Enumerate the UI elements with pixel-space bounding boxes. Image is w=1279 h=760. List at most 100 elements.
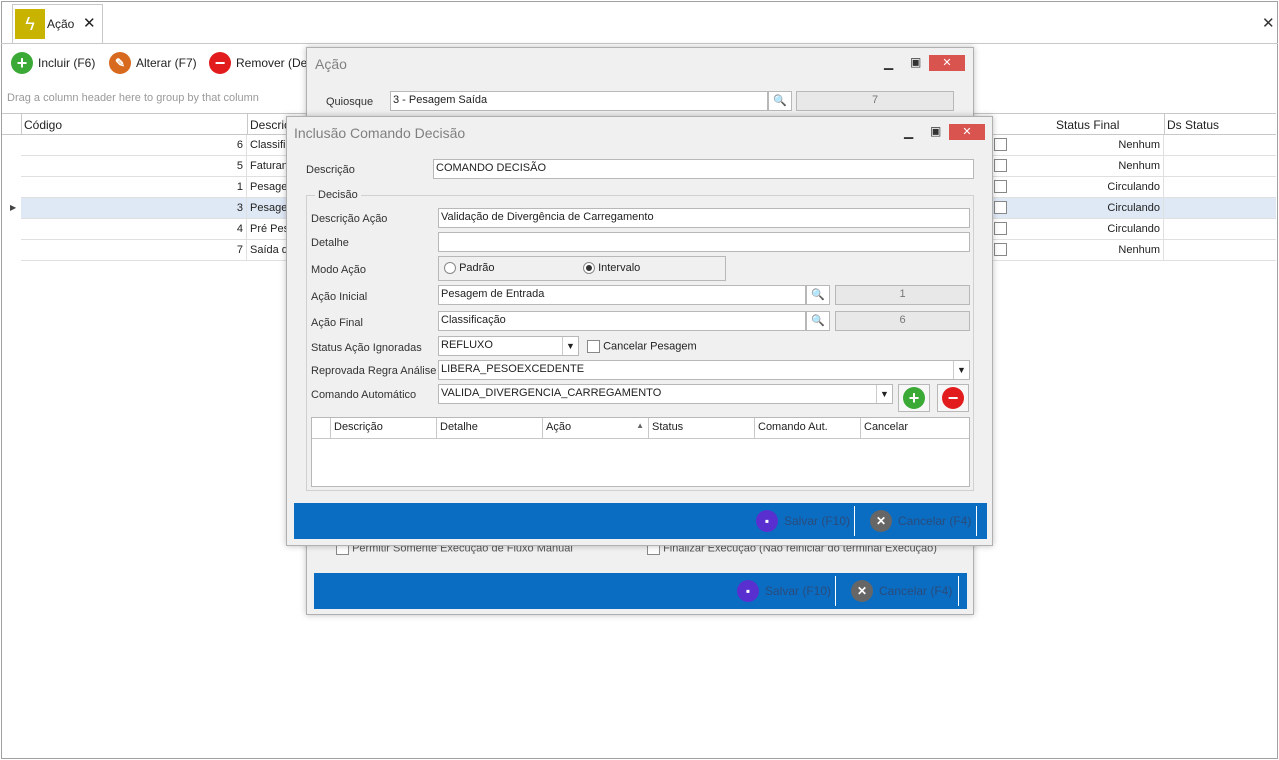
row-checkbox[interactable] — [994, 243, 1007, 256]
reprovada-value: LIBERA_PESOEXCEDENTE — [441, 363, 585, 375]
incluir-button[interactable]: + Incluir (F6) — [11, 52, 95, 74]
close-window-icon[interactable]: ✕ — [1262, 14, 1275, 32]
acao-inicial-input[interactable]: Pesagem de Entrada — [438, 285, 806, 305]
search-icon[interactable]: 🔍 — [806, 311, 830, 331]
col-cancelar[interactable]: Cancelar — [861, 418, 969, 438]
status-ignoradas-label: Status Ação Ignoradas — [311, 342, 422, 354]
save-icon: ▪ — [737, 580, 759, 602]
tab-acao[interactable]: ϟ Ação ✕ — [12, 4, 103, 43]
minus-icon: − — [209, 52, 231, 74]
quiosque-label: Quiosque — [326, 96, 374, 108]
row-checkbox[interactable] — [994, 201, 1007, 214]
cell-status-final: Nenhum — [1053, 135, 1164, 156]
cancelar-pesagem-checkbox[interactable]: Cancelar Pesagem — [587, 340, 697, 353]
minimize-icon[interactable]: ▁ — [904, 125, 913, 139]
close-icon[interactable]: ✕ — [83, 14, 96, 32]
col-detalhe[interactable]: Detalhe — [437, 418, 543, 438]
inclusao-cancelar-button[interactable]: ✕ Cancelar (F4) — [870, 510, 971, 532]
cell-codigo: 1 — [21, 177, 247, 198]
chevron-down-icon[interactable]: ▼ — [876, 385, 892, 403]
intervalo-radio[interactable]: Intervalo — [583, 262, 641, 275]
descricao-acao-label: Descrição Ação — [311, 213, 388, 225]
row-checkbox[interactable] — [994, 222, 1007, 235]
footer-divider — [976, 506, 977, 536]
quiosque-input[interactable]: 3 - Pesagem Saída — [390, 91, 768, 111]
col-status-final[interactable]: Status Final — [1054, 114, 1165, 135]
incluir-label: Incluir (F6) — [38, 56, 96, 70]
acao-footer: ▪ Salvar (F10) ✕ Cancelar (F4) — [314, 573, 967, 609]
status-ignoradas-select[interactable]: REFLUXO ▼ — [438, 336, 579, 356]
inclusao-dialog-title: Inclusão Comando Decisão — [294, 125, 466, 141]
modo-acao-group: Padrão Intervalo — [438, 256, 726, 281]
acao-final-label: Ação Final — [311, 317, 363, 329]
inclusao-salvar-button[interactable]: ▪ Salvar (F10) — [756, 510, 850, 532]
descricao-label: Descrição — [306, 164, 355, 176]
minus-icon: − — [942, 387, 964, 409]
add-comando-button[interactable]: + — [898, 384, 930, 412]
sort-asc-icon: ▲ — [636, 421, 644, 430]
comandos-grid: Descrição Detalhe Ação ▲ Status Comando A… — [311, 417, 970, 487]
acao-final-input[interactable]: Classificação — [438, 311, 806, 331]
search-icon[interactable]: 🔍 — [768, 91, 792, 111]
acao-salvar-button[interactable]: ▪ Salvar (F10) — [737, 580, 831, 602]
comando-auto-select[interactable]: VALIDA_DIVERGENCIA_CARREGAMENTO ▼ — [438, 384, 893, 404]
plus-icon: + — [11, 52, 33, 74]
cell-status-final: Circulando — [1053, 177, 1164, 198]
remover-label: Remover (De — [236, 56, 308, 70]
footer-divider — [958, 576, 959, 606]
radio-on-icon — [583, 262, 595, 275]
row-indicator-header — [312, 418, 331, 438]
row-checkbox[interactable] — [994, 138, 1007, 151]
col-descricao[interactable]: Descrição — [331, 418, 437, 438]
col-ds-status[interactable]: Ds Status — [1165, 114, 1276, 135]
col-acao[interactable]: Ação ▲ — [543, 418, 649, 438]
col-comando-aut[interactable]: Comando Aut. — [755, 418, 861, 438]
col-codigo[interactable]: Código — [22, 114, 248, 135]
detalhe-input[interactable] — [438, 232, 970, 252]
minimize-icon[interactable]: ▁ — [884, 56, 893, 70]
remove-comando-button[interactable]: − — [937, 384, 969, 412]
padrao-label: Padrão — [459, 262, 495, 274]
acao-cancelar-button[interactable]: ✕ Cancelar (F4) — [851, 580, 952, 602]
col-acao-label: Ação — [546, 421, 572, 433]
cell-status-final: Circulando — [1053, 219, 1164, 240]
alterar-button[interactable]: ✎ Alterar (F7) — [109, 52, 197, 74]
cell-codigo: 3 — [21, 198, 247, 219]
descricao-input[interactable]: COMANDO DECISÃO — [433, 159, 974, 179]
cancelar-pesagem-label: Cancelar Pesagem — [603, 340, 697, 353]
close-dialog-icon[interactable]: ✕ — [949, 124, 985, 140]
tab-label: Ação — [47, 17, 75, 31]
quiosque-code: 7 — [796, 91, 954, 111]
chevron-down-icon[interactable]: ▼ — [562, 337, 578, 355]
group-hint: Drag a column header here to group by th… — [7, 92, 259, 104]
comando-auto-label: Comando Automático — [311, 389, 417, 401]
intervalo-label: Intervalo — [598, 262, 641, 274]
row-indicator-arrow: ▶ — [10, 203, 17, 212]
tab-divider — [1, 43, 1278, 44]
maximize-icon[interactable]: ▣ — [930, 124, 941, 138]
acao-dialog-title: Ação — [315, 56, 347, 72]
padrao-radio[interactable]: Padrão — [444, 262, 495, 275]
col-status[interactable]: Status — [649, 418, 755, 438]
plus-icon: + — [903, 387, 925, 409]
cell-codigo: 5 — [21, 156, 247, 177]
modo-acao-label: Modo Ação — [311, 264, 367, 276]
inclusao-salvar-label: Salvar (F10) — [784, 514, 851, 528]
close-dialog-icon[interactable]: ✕ — [929, 55, 965, 71]
footer-divider — [854, 506, 855, 536]
acao-final-code: 6 — [835, 311, 970, 331]
search-icon[interactable]: 🔍 — [806, 285, 830, 305]
row-indicator-header — [2, 114, 22, 135]
chevron-down-icon[interactable]: ▼ — [953, 361, 969, 379]
maximize-icon[interactable]: ▣ — [910, 55, 921, 69]
reprovada-select[interactable]: LIBERA_PESOEXCEDENTE ▼ — [438, 360, 970, 380]
row-checkbox[interactable] — [994, 159, 1007, 172]
row-checkbox[interactable] — [994, 180, 1007, 193]
comandos-grid-header: Descrição Detalhe Ação ▲ Status Comando A… — [312, 418, 969, 439]
cell-codigo: 4 — [21, 219, 247, 240]
radio-off-icon — [444, 262, 456, 275]
remover-button[interactable]: − Remover (De — [209, 52, 307, 74]
pencil-icon: ✎ — [109, 52, 131, 74]
comando-auto-value: VALIDA_DIVERGENCIA_CARREGAMENTO — [441, 387, 662, 399]
descricao-acao-input[interactable]: Validação de Divergência de Carregamento — [438, 208, 970, 228]
